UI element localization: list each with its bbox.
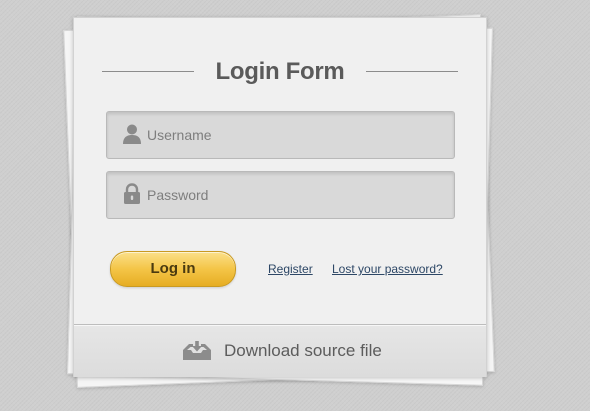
password-field[interactable] [106, 171, 455, 219]
username-field[interactable] [106, 111, 455, 159]
user-icon [123, 123, 141, 145]
download-label: Download source file [224, 341, 382, 360]
login-button[interactable]: Log in [110, 251, 236, 287]
title-row: Login Form [74, 58, 486, 86]
login-card: Login Form Log in Register Lost your pas… [73, 17, 487, 377]
download-source-button[interactable]: Download source file [182, 339, 382, 363]
download-footer: Download source file [74, 324, 486, 377]
username-input[interactable] [147, 112, 442, 158]
lock-icon [123, 183, 141, 205]
lost-password-link[interactable]: Lost your password? [332, 262, 443, 276]
register-link[interactable]: Register [268, 262, 313, 276]
password-input[interactable] [147, 172, 442, 218]
form-title: Login Form [215, 58, 345, 85]
title-divider-right [366, 71, 458, 72]
download-tray-icon [182, 341, 212, 361]
